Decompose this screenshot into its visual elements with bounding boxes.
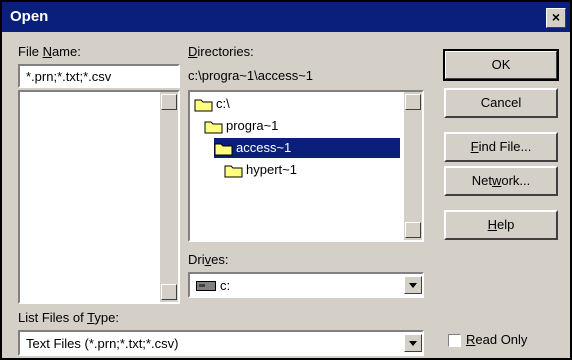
file-name-input[interactable]: *.prn;*.txt;*.csv: [18, 64, 180, 88]
scroll-up-button[interactable]: [405, 94, 421, 110]
cancel-button[interactable]: Cancel: [444, 88, 558, 118]
directory-list-scrollbar[interactable]: [404, 92, 422, 240]
read-only-label[interactable]: Read Only: [466, 332, 527, 347]
scroll-down-button[interactable]: [405, 222, 421, 238]
dir-item-progra[interactable]: progra~1: [204, 116, 374, 136]
close-button[interactable]: ×: [546, 8, 566, 28]
find-file-button[interactable]: Find File...: [444, 132, 558, 162]
help-button[interactable]: Help: [444, 210, 558, 240]
dir-item-access[interactable]: access~1: [214, 138, 400, 158]
file-name-value: *.prn;*.txt;*.csv: [26, 69, 112, 84]
dir-item-hypert[interactable]: hypert~1: [224, 160, 374, 180]
title-bar[interactable]: Open ×: [2, 2, 570, 32]
chevron-down-icon[interactable]: [404, 276, 422, 294]
read-only-checkbox[interactable]: [448, 334, 461, 347]
file-list-scrollbar[interactable]: [160, 92, 178, 302]
file-type-dropdown[interactable]: Text Files (*.prn;*.txt;*.csv): [18, 330, 424, 356]
drives-dropdown[interactable]: c:: [188, 272, 424, 298]
open-folder-icon: [194, 99, 213, 112]
chevron-down-icon[interactable]: [404, 334, 422, 352]
directories-label: Directories:: [188, 44, 254, 59]
dir-item-label: c:\: [216, 96, 230, 111]
open-folder-icon: [204, 121, 223, 134]
file-type-value: Text Files (*.prn;*.txt;*.csv): [26, 336, 179, 351]
drives-label: Drives:: [188, 252, 229, 267]
file-name-label: File Name:: [18, 44, 81, 59]
dir-item-label: hypert~1: [246, 162, 297, 177]
file-type-label: List Files of Type:: [18, 310, 119, 325]
network-button[interactable]: Network...: [444, 166, 558, 196]
scroll-down-button[interactable]: [161, 284, 177, 300]
dir-item-c[interactable]: c:\: [194, 94, 374, 114]
dialog-title: Open: [10, 8, 49, 25]
dir-item-label: access~1: [236, 140, 292, 155]
directory-list[interactable]: c:\ progra~1 access~1 hypert~1: [188, 90, 424, 242]
open-dialog: Open × File Name: *.prn;*.txt;*.csv Dire…: [0, 0, 572, 360]
folder-icon: [224, 165, 243, 178]
ok-button[interactable]: OK: [443, 49, 559, 81]
dir-item-label: progra~1: [226, 118, 279, 133]
current-path: c:\progra~1\access~1: [188, 68, 314, 83]
drives-value: c:: [220, 278, 231, 293]
hard-drive-icon: [196, 281, 216, 291]
open-folder-icon: [214, 143, 233, 156]
scroll-up-button[interactable]: [161, 94, 177, 110]
file-list[interactable]: [18, 90, 180, 304]
